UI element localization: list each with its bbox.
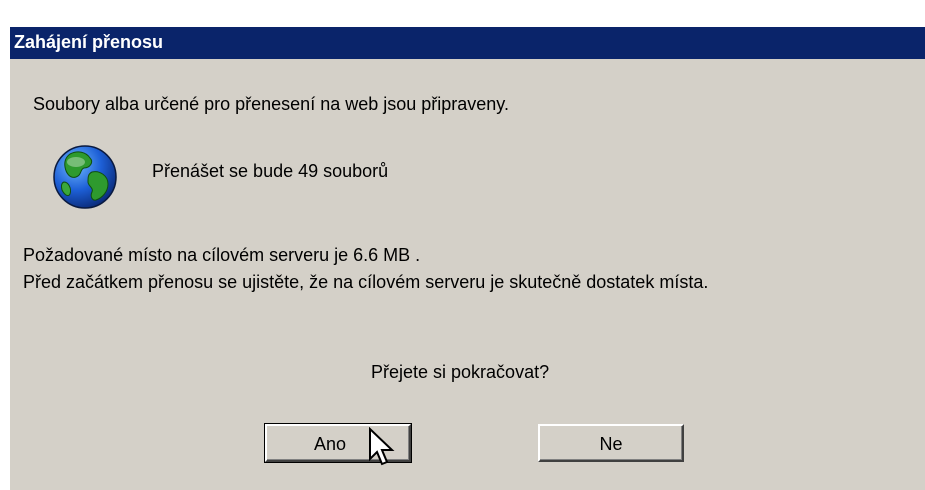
globe-icon [53,145,117,209]
no-button[interactable]: Ne [538,424,684,462]
mouse-pointer-icon [369,427,395,466]
space-required-message: Požadované místo na cílovém serveru je 6… [23,245,421,265]
intro-message: Soubory alba určené pro přenesení na web… [33,94,509,114]
transfer-dialog: Zahájení přenosu Soubory alba určené pro… [10,27,925,490]
no-button-label: Ne [599,434,623,454]
space-warning-message: Před začátkem přenosu se ujistěte, že na… [23,272,709,292]
dialog-title: Zahájení přenosu [14,32,164,52]
dialog-titlebar[interactable]: Zahájení přenosu [10,27,925,59]
file-count-message: Přenášet se bude 49 souborů [152,161,389,181]
continue-question: Přejete si pokračovat? [371,362,550,382]
